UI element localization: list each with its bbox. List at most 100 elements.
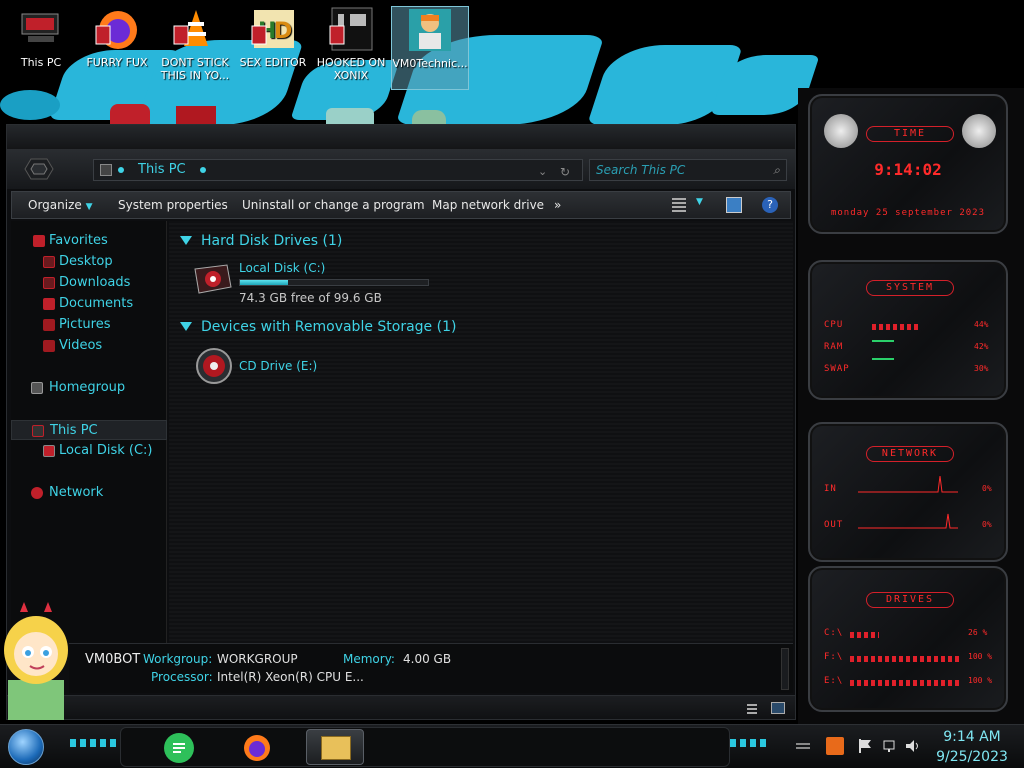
app-icon-notes[interactable] (164, 733, 194, 763)
sidebar-item-label: Homegroup (49, 380, 126, 395)
address-bar[interactable]: This PC ⌄ ↻ (93, 159, 583, 181)
sidebar-item-label: Desktop (59, 254, 113, 269)
sidebar-item-local-disk[interactable]: Local Disk (C:) (11, 441, 167, 461)
gadget-title: DRIVES (866, 592, 954, 608)
drive-tile-cd-drive-e[interactable]: CD Drive (E:) (169, 343, 449, 389)
action-center-flag-icon[interactable] (856, 737, 874, 755)
computer-icon (32, 425, 44, 437)
drive-e-usage-bar (850, 680, 962, 686)
details-view-icon[interactable] (747, 702, 757, 714)
explorer-window: This PC ⌄ ↻ Search This PC ⌕ Organize ▼ … (6, 124, 796, 720)
refresh-icon[interactable]: ↻ (560, 162, 570, 182)
hidden-desktop-icon (176, 106, 216, 124)
group-header-hard-disk-drives[interactable]: Hard Disk Drives (1) (179, 231, 342, 251)
wallpaper-paint-stroke (0, 90, 60, 120)
large-icons-view-icon[interactable] (771, 702, 785, 714)
alien-head-icon (962, 114, 996, 148)
sidebar-item-label: Network (49, 485, 104, 500)
network-in-graph (858, 475, 958, 493)
folder-icon (321, 736, 351, 760)
desktop-icon-vm0technic[interactable]: VM0Technic... (391, 6, 469, 90)
gadget-drives: DRIVES C:\ 26 % F:\ 100 % E:\ 100 % (808, 566, 1008, 712)
desktop-icon-this-pc[interactable]: This PC (2, 6, 80, 90)
desktop-icon-furry-fux[interactable]: FURRY FUX (78, 6, 156, 90)
gadget-system: SYSTEM CPU 44% RAM 42% SWAP 30% (808, 260, 1008, 400)
desktop-icon-label: HOOKED ON XONIX (316, 56, 386, 82)
chevron-down-icon: ▼ (85, 202, 93, 212)
search-icon[interactable]: ⌕ (773, 160, 780, 180)
back-forward-orb-icon[interactable] (23, 157, 55, 181)
sidebar-item-label: Pictures (59, 317, 111, 332)
documents-folder-icon (43, 298, 55, 310)
hidden-desktop-icon (326, 108, 374, 124)
cartoon-sticker (0, 598, 80, 728)
volume-icon[interactable] (904, 737, 922, 755)
desktop-icon-dont-stick[interactable]: DONT STICK THIS IN YO... (156, 6, 234, 90)
window-titlebar[interactable] (7, 125, 795, 149)
preview-pane-icon[interactable] (726, 197, 742, 213)
computer-icon (100, 164, 112, 176)
network-out-graph (858, 513, 958, 529)
drive-label: CD Drive (E:) (239, 359, 318, 373)
sidebar-item-pictures[interactable]: Pictures (11, 315, 167, 335)
system-properties-button[interactable]: System properties (118, 192, 228, 218)
desktop-icon-sex-editor[interactable]: HD SEX EDITOR (234, 6, 312, 90)
taskbar-decoration (730, 739, 770, 747)
gadget-title: TIME (866, 126, 954, 142)
sidebar-item-label: Documents (59, 296, 134, 311)
sidebar-item-favorites[interactable]: Favorites (11, 231, 167, 251)
address-text: This PC (138, 162, 186, 177)
swap-graph (872, 358, 894, 360)
show-hidden-icons[interactable] (794, 737, 812, 755)
drive-c-usage-bar (850, 632, 879, 638)
firefox-icon[interactable] (242, 733, 272, 763)
desktop-icon-hooked-on-xonix[interactable]: HOOKED ON XONIX (312, 6, 390, 90)
help-icon[interactable]: ? (762, 197, 778, 213)
gadget-title: SYSTEM (866, 280, 954, 296)
gadget-title: NETWORK (866, 446, 954, 462)
search-input[interactable]: Search This PC ⌕ (589, 159, 787, 181)
view-options-icon[interactable] (672, 198, 686, 212)
navigation-pane: Favorites Desktop Downloads Documents Pi… (11, 221, 167, 643)
drive-c-value: 26 % (968, 628, 988, 637)
sidebar-item-this-pc[interactable]: This PC (11, 420, 167, 440)
taskbar-app-area (120, 727, 730, 767)
details-scrollbar[interactable] (781, 648, 789, 690)
sidebar-item-homegroup[interactable]: Homegroup (11, 378, 167, 398)
taskbar-clock[interactable]: 9:14 AM 9/25/2023 (930, 727, 1014, 767)
drive-usage-bar (239, 279, 429, 286)
drive-tile-local-disk-c[interactable]: Local Disk (C:) 74.3 GB free of 99.6 GB (169, 257, 449, 305)
collapse-chevron-icon (180, 322, 192, 331)
hidden-desktop-icon (110, 104, 150, 124)
computer-icon (18, 6, 64, 52)
chevron-down-icon[interactable]: ⌄ (538, 162, 547, 182)
group-header-removable-storage[interactable]: Devices with Removable Storage (1) (179, 317, 456, 337)
uninstall-program-button[interactable]: Uninstall or change a program (242, 192, 425, 218)
hard-disk-icon (43, 445, 55, 457)
sidebar-item-network[interactable]: Network (11, 483, 167, 503)
network-tray-icon[interactable] (882, 737, 900, 755)
cpu-value: 44% (974, 320, 989, 329)
sidebar-item-desktop[interactable]: Desktop (11, 252, 167, 272)
map-network-drive-button[interactable]: Map network drive (432, 192, 544, 218)
star-icon (33, 235, 45, 247)
swap-label: SWAP (824, 364, 850, 374)
drive-free-space: 74.3 GB free of 99.6 GB (239, 291, 382, 305)
sidebar-item-videos[interactable]: Videos (11, 336, 167, 356)
organize-button[interactable]: Organize ▼ (28, 192, 93, 218)
sidebar-item-downloads[interactable]: Downloads (11, 273, 167, 293)
xonix-game-icon (328, 6, 374, 52)
chevron-down-icon[interactable]: ▼ (696, 197, 703, 207)
workgroup-label: Workgroup: (143, 652, 213, 666)
sidebar-item-label: Downloads (59, 275, 131, 290)
more-commands-button[interactable]: » (554, 192, 561, 218)
ram-label: RAM (824, 342, 844, 352)
downloads-folder-icon (43, 277, 55, 289)
start-button[interactable] (8, 729, 44, 765)
breadcrumb-separator-icon[interactable] (200, 167, 206, 173)
hex-editor-icon: HD (250, 6, 296, 52)
java-update-icon[interactable] (826, 737, 844, 755)
taskbar-explorer-active[interactable] (306, 729, 364, 765)
drive-c-label: C:\ (824, 628, 844, 638)
sidebar-item-documents[interactable]: Documents (11, 294, 167, 314)
